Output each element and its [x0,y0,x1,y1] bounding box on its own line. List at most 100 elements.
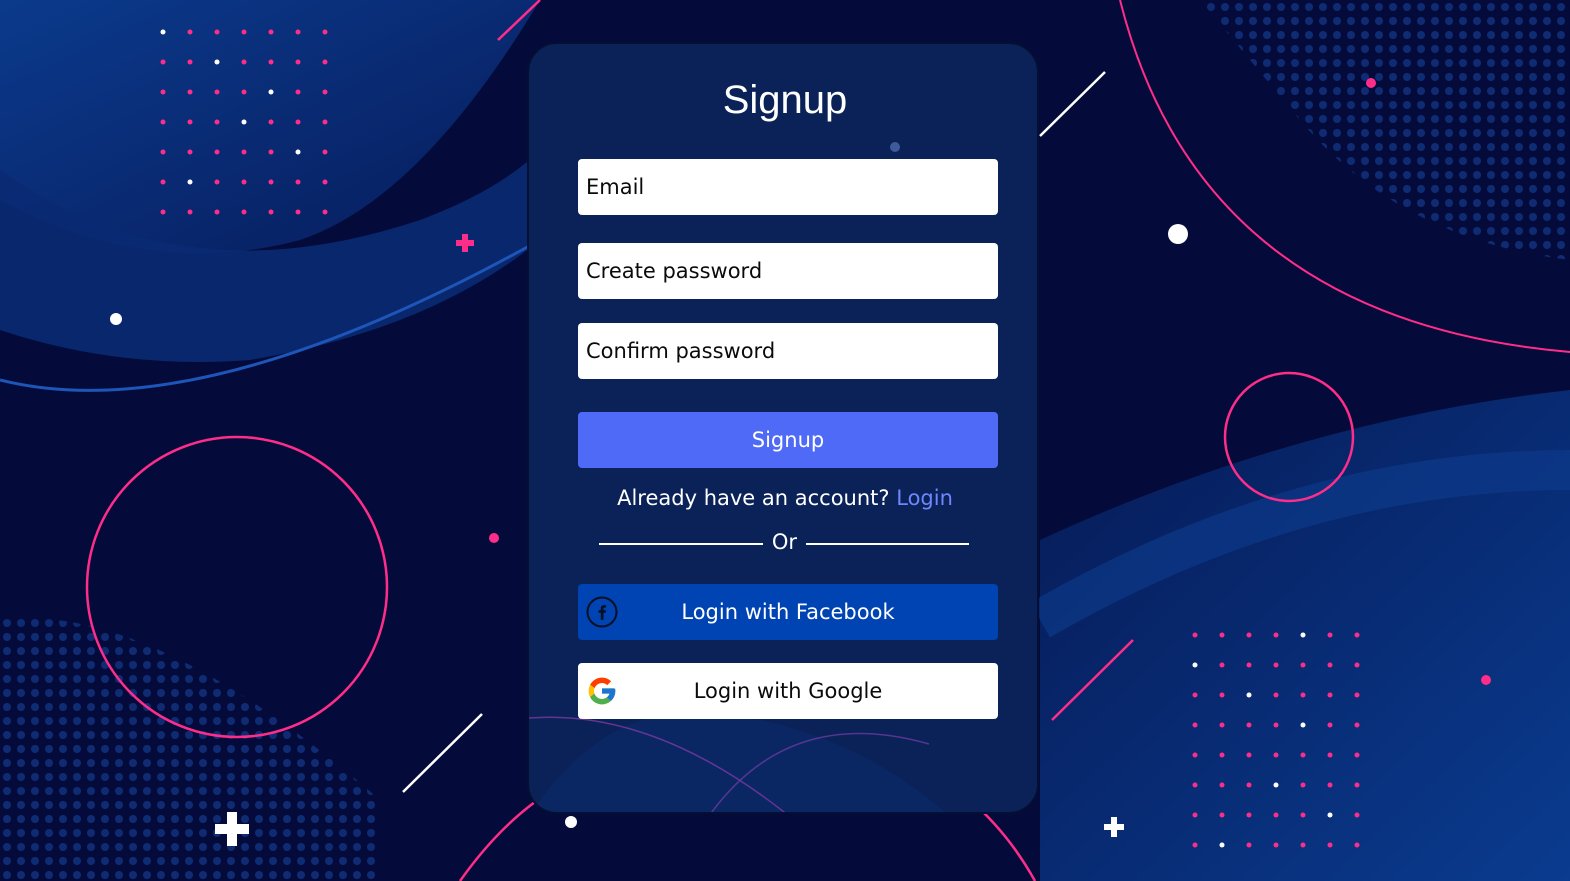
decor-dot [322,209,328,215]
decor-dot [268,59,274,65]
decor-dot [1354,692,1360,698]
decor-dot [1273,632,1279,638]
decor-dot [268,149,274,155]
decor-dot [187,209,193,215]
decor-dot [1327,752,1333,758]
decor-dot [1246,722,1252,728]
decor-dot [1300,632,1306,638]
decor-dot [1219,752,1225,758]
decor-dot [1192,812,1198,818]
decor-dot [322,179,328,185]
decor-dot [1192,662,1198,668]
decor-dot [1246,662,1252,668]
confirm-password-field[interactable] [586,323,990,379]
decor-dot [214,209,220,215]
decor-dot [1354,752,1360,758]
password-field-container [578,243,998,299]
decor-dot [241,149,247,155]
decor-dot [1273,692,1279,698]
signup-button-label: Signup [751,428,825,452]
or-divider: Or [599,530,969,558]
decor-dot [1300,722,1306,728]
signup-button[interactable]: Signup [578,412,998,468]
decor-dot [1300,782,1306,788]
page-title: Signup [722,78,848,122]
decor-dot [1192,752,1198,758]
decor-dot [1219,722,1225,728]
email-field[interactable] [586,159,990,215]
decor-dot [1219,692,1225,698]
decor-dot [1219,662,1225,668]
decor-dot [1246,632,1252,638]
google-icon [588,677,616,705]
decor-dot [1246,692,1252,698]
decor-dot [295,209,301,215]
decor-dot [1327,812,1333,818]
decor-dot [1219,632,1225,638]
decor-dot [322,59,328,65]
decor-dot [1273,842,1279,848]
decor-dot [187,89,193,95]
decor-dot [1327,782,1333,788]
decor-dot [1273,782,1279,788]
decor-dot [295,29,301,35]
decor-dot [1327,692,1333,698]
decor-dot [1192,842,1198,848]
login-link[interactable]: Login [896,486,953,510]
decor-dot [1192,692,1198,698]
decor-dot [322,29,328,35]
decor-dot [160,29,166,35]
google-login-button[interactable]: Login with Google [578,663,998,719]
decor-dot [1300,662,1306,668]
decor-dot [295,179,301,185]
decor-dot [268,29,274,35]
decor-dot [214,89,220,95]
decor-dot [1327,632,1333,638]
decor-dot [295,59,301,65]
decor-dot [241,179,247,185]
decor-dot [268,89,274,95]
decor-dot [1300,842,1306,848]
decor-dot [187,59,193,65]
decor-dot [268,179,274,185]
password-field[interactable] [586,243,990,299]
divider-text: Or [771,530,798,554]
decor-dot [160,59,166,65]
decor-dot [1219,782,1225,788]
decor-dot [1327,842,1333,848]
decor-dot [187,179,193,185]
decor-dot [1219,842,1225,848]
decor-dot [187,29,193,35]
decor-dot [322,119,328,125]
divider-line-right [806,543,969,545]
decor-dot [241,209,247,215]
decor-dot [295,149,301,155]
decor-dot [295,119,301,125]
facebook-login-button[interactable]: Login with Facebook [578,584,998,640]
decor-dot [214,119,220,125]
confirm-password-field-container [578,323,998,379]
decor-dot [1273,722,1279,728]
login-prompt-text: Already have an account? [617,486,890,510]
decor-dot [1300,752,1306,758]
decor-dot [1273,812,1279,818]
decor-dot [1354,722,1360,728]
decor-dot [1273,662,1279,668]
decor-dot [268,209,274,215]
decor-dot [160,149,166,155]
facebook-button-label: Login with Facebook [681,600,895,624]
decor-dot [214,59,220,65]
google-button-label: Login with Google [693,679,883,703]
decor-dot [322,89,328,95]
decor-dot [1300,692,1306,698]
decor-dot [322,149,328,155]
decor-dot [214,29,220,35]
decor-dot [1273,752,1279,758]
decor-dot [241,59,247,65]
decor-dot [160,119,166,125]
decor-dot [1354,782,1360,788]
decor-dot [1192,632,1198,638]
decor-dot [1300,812,1306,818]
decor-dot [1192,722,1198,728]
decor-dot [214,149,220,155]
